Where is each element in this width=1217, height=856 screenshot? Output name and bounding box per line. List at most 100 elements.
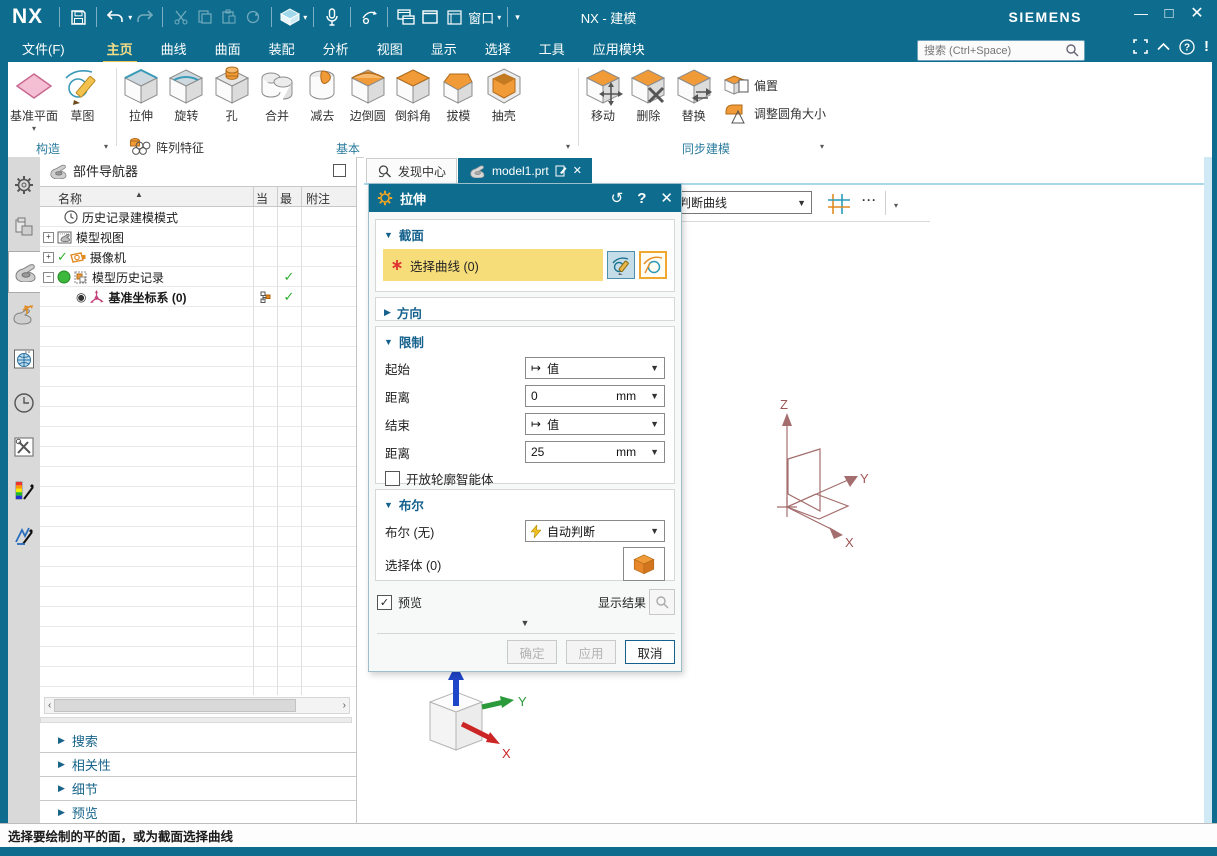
view-orient-icon[interactable] (278, 5, 302, 29)
button-replace-face[interactable]: 替换 (673, 66, 715, 124)
cascade-windows-icon[interactable] (394, 5, 418, 29)
datum-csys-graphic[interactable]: Z Y X (740, 395, 910, 555)
touch-mode-icon[interactable] (357, 5, 381, 29)
button-hole[interactable]: 孔 (211, 66, 253, 124)
redo-icon[interactable] (132, 5, 156, 29)
paste-icon[interactable] (217, 5, 241, 29)
boolean-dropdown[interactable]: 自动判断▼ (525, 520, 665, 542)
tab-file[interactable]: 文件(F) (8, 35, 79, 62)
group-basic-dropdown-icon[interactable]: ▾ (566, 142, 570, 151)
select-curve-field[interactable]: 选择曲线 (0) (383, 249, 603, 281)
save-icon[interactable] (66, 5, 90, 29)
tab-discovery-center[interactable]: 发现中心 (366, 158, 457, 183)
ok-button[interactable]: 确定 (507, 640, 557, 664)
column-current[interactable]: 当 (256, 190, 268, 207)
start-distance-input[interactable]: 0mm▼ (525, 385, 665, 407)
expand-cameras-icon[interactable]: + (43, 252, 54, 263)
tree-row-model-views[interactable]: + 模型视图 (40, 227, 356, 247)
section-group-header[interactable]: ▼截面 (376, 220, 674, 247)
show-result-button[interactable] (649, 589, 675, 615)
tab-analysis[interactable]: 分析 (309, 35, 363, 62)
tab-view[interactable]: 视图 (363, 35, 417, 62)
help-icon[interactable]: ? (1179, 39, 1195, 55)
cut-icon[interactable] (169, 5, 193, 29)
alerts-icon[interactable]: ! (1204, 38, 1209, 55)
tab-assembly[interactable]: 装配 (255, 35, 309, 62)
color-palette-wand-icon[interactable] (8, 471, 39, 511)
section-dependencies[interactable]: ▶相关性 (40, 753, 356, 777)
button-subtract[interactable]: 减去 (301, 66, 343, 124)
navigator-horizontal-scrollbar[interactable]: ‹ › (44, 697, 350, 714)
button-delete-face[interactable]: 删除 (627, 66, 669, 124)
web-browser-icon[interactable] (8, 339, 39, 379)
preview-checkbox[interactable]: ✓ (377, 595, 392, 610)
apply-button[interactable]: 应用 (566, 640, 616, 664)
tab-model1-prt[interactable]: model1.prt ✕ (458, 158, 592, 183)
section-details[interactable]: ▶细节 (40, 777, 356, 801)
close-button[interactable]: ✕ (1183, 0, 1211, 26)
undo-icon[interactable] (103, 5, 127, 29)
process-tools-icon[interactable] (8, 427, 39, 467)
column-comment[interactable]: 附注 (306, 190, 330, 207)
cancel-button[interactable]: 取消 (625, 640, 675, 664)
tree-row-cameras[interactable]: + ✓ 摄像机 (40, 247, 356, 267)
button-unite[interactable]: 合并 (256, 66, 298, 124)
toolbar-more-dropdown-icon[interactable]: ▾ (894, 201, 898, 210)
button-offset-region[interactable]: 偏置 (724, 74, 826, 96)
tab-application[interactable]: 应用模块 (579, 35, 659, 62)
column-name[interactable]: 名称 (58, 190, 82, 207)
tab-surface[interactable]: 曲面 (201, 35, 255, 62)
history-icon[interactable] (8, 383, 39, 423)
search-icon[interactable] (1065, 43, 1080, 58)
sort-ascending-icon[interactable]: ▲ (135, 190, 143, 199)
section-preview[interactable]: ▶预览 (40, 801, 356, 825)
dialog-reset-icon[interactable]: ↺ (611, 189, 624, 207)
button-shell[interactable]: 抽壳 (483, 66, 525, 124)
dialog-collapse-icon[interactable]: ▼ (369, 618, 681, 628)
end-distance-input[interactable]: 25mm▼ (525, 441, 665, 463)
dialog-close-icon[interactable]: ✕ (660, 189, 673, 207)
scroll-left-icon[interactable]: ‹ (45, 700, 54, 711)
curve-section-button[interactable] (639, 251, 667, 279)
more-options-icon[interactable]: ··· (862, 193, 877, 207)
toolbar-overflow-icon[interactable]: ▾ (515, 12, 520, 23)
extrude-dialog-header[interactable]: 拉伸 ↺ ? ✕ (369, 184, 681, 212)
select-body-button[interactable] (623, 547, 665, 581)
minimize-button[interactable]: — (1127, 0, 1155, 26)
end-limit-dropdown[interactable]: ↦值▼ (525, 413, 665, 435)
button-chamfer[interactable]: 倒斜角 (392, 66, 434, 124)
copy-icon[interactable] (193, 5, 217, 29)
button-resize-blend[interactable]: 调整圆角大小 (724, 102, 826, 124)
undock-panel-button[interactable] (333, 164, 346, 177)
button-edge-blend[interactable]: 边倒圆 (347, 66, 389, 124)
search-input[interactable] (922, 44, 1065, 58)
group-construct-dropdown-icon[interactable]: ▾ (104, 142, 108, 151)
scrollbar-thumb[interactable] (54, 699, 296, 712)
dialog-gear-icon[interactable] (377, 190, 393, 206)
close-tab-icon[interactable]: ✕ (573, 164, 582, 177)
tree-row-datum-csys[interactable]: ◉ 基准坐标系 (0) ✓ (40, 287, 356, 307)
limits-group-header[interactable]: ▼限制 (376, 327, 674, 354)
visualization-wand-icon[interactable] (8, 515, 39, 555)
collapse-model-history-icon[interactable]: − (43, 272, 54, 283)
maximize-window-icon[interactable] (418, 5, 442, 29)
view-orient-dropdown-icon[interactable]: ▾ (303, 13, 307, 22)
visibility-eye-icon[interactable]: ◉ (76, 290, 86, 304)
group-sync-dropdown-icon[interactable]: ▾ (820, 142, 824, 151)
assembly-navigator-icon[interactable] (8, 208, 39, 248)
datum-plane-dropdown-icon[interactable]: ▾ (32, 124, 36, 133)
maximize-button[interactable]: □ (1155, 0, 1183, 26)
snap-point-icon[interactable] (826, 192, 852, 219)
tab-selection[interactable]: 选择 (471, 35, 525, 62)
fullscreen-icon[interactable] (1133, 39, 1148, 54)
tree-row-model-history[interactable]: − 模型历史记录 ✓ (40, 267, 356, 287)
window-menu-dropdown-icon[interactable]: ▾ (497, 13, 501, 22)
button-datum-plane[interactable]: 基准平面 ▾ (10, 66, 58, 133)
boolean-group-header[interactable]: ▼布尔 (376, 490, 674, 517)
tab-curve[interactable]: 曲线 (147, 35, 201, 62)
start-limit-dropdown[interactable]: ↦值▼ (525, 357, 665, 379)
button-draft[interactable]: 拔模 (437, 66, 479, 124)
column-latest[interactable]: 最 (280, 190, 292, 207)
button-extrude[interactable]: 拉伸 (120, 66, 162, 124)
window-menu-icon[interactable] (442, 5, 466, 29)
